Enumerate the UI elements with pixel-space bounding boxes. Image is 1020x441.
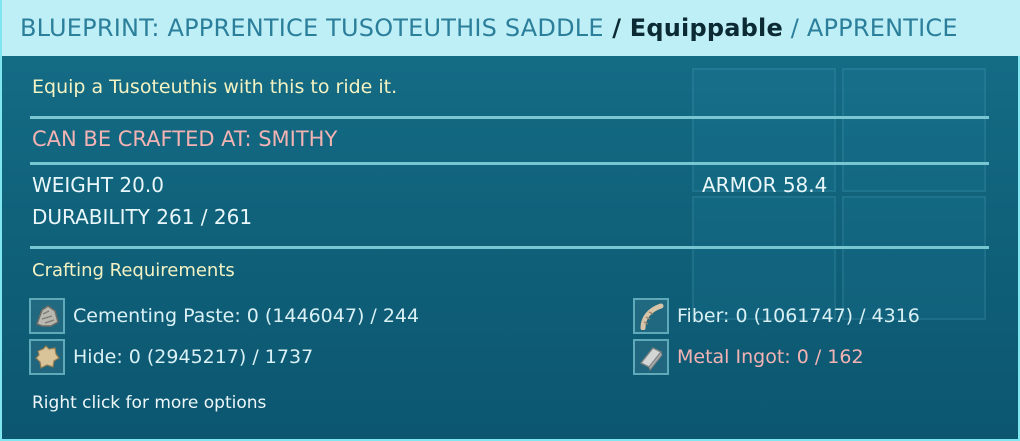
title-separator: /: [603, 14, 630, 42]
hide-icon: [29, 339, 65, 375]
requirement-fiber: Fiber: 0 (1061747) / 4316: [633, 297, 920, 335]
requirement-label: Cementing Paste: 0 (1446047) / 244: [73, 305, 420, 327]
requirement-label: Metal Ingot: 0 / 162: [677, 346, 864, 368]
crafting-requirements-title: Crafting Requirements: [32, 260, 235, 281]
requirement-hide: Hide: 0 (2945217) / 1737: [29, 338, 313, 376]
title-separator: /: [782, 14, 807, 42]
durability-stat: DURABILITY 261 / 261: [32, 205, 253, 229]
background-slot: [842, 68, 986, 192]
requirement-label: Hide: 0 (2945217) / 1737: [73, 346, 314, 368]
item-title-bar: BLUEPRINT: APPRENTICE TUSOTEUTHIS SADDLE…: [2, 0, 1020, 56]
requirement-label: Fiber: 0 (1061747) / 4316: [677, 305, 920, 327]
blueprint-title: BLUEPRINT: APPRENTICE TUSOTEUTHIS SADDLE: [20, 14, 604, 42]
item-quality: APPRENTICE: [806, 14, 958, 42]
item-tooltip: BLUEPRINT: APPRENTICE TUSOTEUTHIS SADDLE…: [0, 0, 1020, 441]
cementing-paste-icon: [29, 298, 65, 334]
fiber-icon: [633, 298, 669, 334]
right-click-hint: Right click for more options: [32, 393, 267, 413]
crafted-at-station: CAN BE CRAFTED AT: SMITHY: [32, 127, 338, 151]
metal-ingot-icon: [633, 339, 669, 375]
requirement-metal-ingot: Metal Ingot: 0 / 162: [633, 338, 864, 376]
item-description: Equip a Tusoteuthis with this to ride it…: [32, 76, 398, 98]
item-type: Equippable: [629, 14, 783, 42]
requirement-cementing-paste: Cementing Paste: 0 (1446047) / 244: [29, 297, 419, 335]
divider: [30, 162, 989, 165]
armor-stat: ARMOR 58.4: [702, 173, 828, 197]
divider: [30, 246, 989, 249]
weight-stat: WEIGHT 20.0: [32, 173, 164, 197]
divider: [30, 116, 989, 119]
